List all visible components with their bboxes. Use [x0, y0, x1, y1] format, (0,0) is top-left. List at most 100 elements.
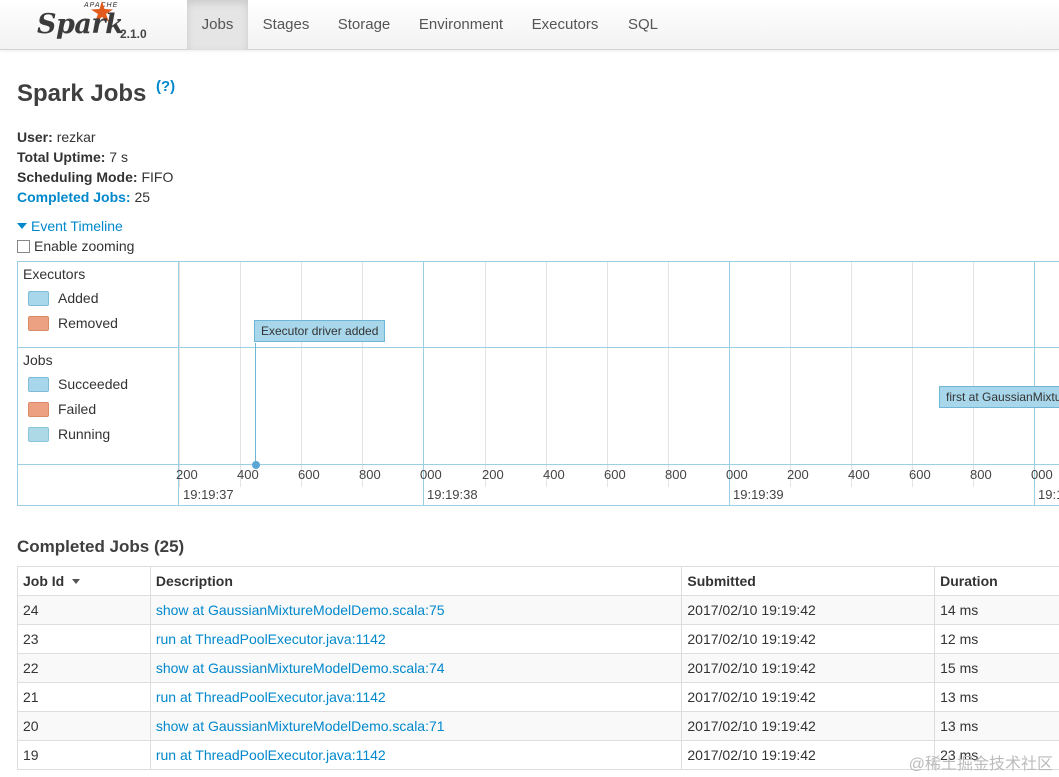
job-description-link[interactable]: run at ThreadPoolExecutor.java:1142 — [156, 689, 386, 705]
completed-jobs-link[interactable]: Completed Jobs: — [17, 189, 131, 205]
submitted-cell: 2017/02/10 19:19:42 — [681, 624, 936, 654]
submitted-cell: 2017/02/10 19:19:42 — [681, 682, 936, 712]
uptime-label: Total Uptime: — [17, 149, 106, 165]
completed-jobs-count: 25 — [134, 189, 151, 205]
duration-cell: 12 ms — [934, 624, 1059, 654]
timeline-gridline — [607, 262, 608, 487]
description-cell: run at ThreadPoolExecutor.java:1142 — [149, 740, 683, 770]
tab-stages[interactable]: Stages — [251, 0, 321, 50]
timeline-gridline — [790, 262, 791, 487]
legend-added-label: Added — [58, 290, 99, 306]
tab-executors[interactable]: Executors — [522, 0, 608, 50]
executor-event-stem — [255, 343, 256, 464]
table-row: 24 show at GaussianMixtureModelDemo.scala… — [17, 595, 1059, 625]
legend-removed-label: Removed — [58, 315, 118, 331]
job-description-link[interactable]: run at ThreadPoolExecutor.java:1142 — [156, 631, 386, 647]
col-duration[interactable]: Duration — [934, 566, 1059, 596]
job-event[interactable]: first at GaussianMixtu — [939, 386, 1059, 408]
legend-swatch — [28, 291, 49, 306]
job-id-cell: 23 — [17, 624, 151, 654]
col-job-id[interactable]: Job Id — [17, 566, 151, 596]
tab-environment[interactable]: Environment — [410, 0, 512, 50]
help-link[interactable]: (?) — [156, 78, 175, 95]
legend-succeeded: Succeeded — [28, 376, 128, 392]
scheduling-mode-value: FIFO — [141, 169, 174, 185]
legend-failed-label: Failed — [58, 401, 97, 417]
user-value: rezkar — [56, 129, 96, 145]
legend-swatch — [28, 402, 49, 417]
axis-time-label: 19:19:37 — [183, 487, 234, 502]
duration-cell: 14 ms — [934, 595, 1059, 625]
legend-running-label: Running — [58, 426, 111, 442]
table-row: 20 show at GaussianMixtureModelDemo.scala… — [17, 711, 1059, 741]
axis-tick-label: 000 — [726, 467, 748, 482]
duration-cell: 15 ms — [934, 653, 1059, 683]
axis-tick-label: 400 — [543, 467, 565, 482]
axis-tick-label: 200 — [176, 467, 198, 482]
tab-jobs[interactable]: Jobs — [187, 0, 248, 50]
job-id-cell: 22 — [17, 653, 151, 683]
axis-time-label: 19:19:39 — [733, 487, 784, 502]
submitted-cell: 2017/02/10 19:19:42 — [681, 653, 936, 683]
tab-sql[interactable]: SQL — [618, 0, 668, 50]
user-label: User: — [17, 129, 53, 145]
axis-tick-label: 000 — [1031, 467, 1053, 482]
description-cell: run at ThreadPoolExecutor.java:1142 — [149, 682, 683, 712]
description-cell: show at GaussianMixtureModelDemo.scala:7… — [149, 595, 683, 625]
timeline-gridline — [179, 262, 180, 487]
legend-running: Running — [28, 426, 110, 442]
timeline-axis-divider — [18, 464, 1059, 465]
enable-zooming-checkbox[interactable] — [17, 240, 30, 253]
completed-jobs-table: Job Id Description Submitted Duration 24… — [17, 566, 1059, 770]
scheduling-mode-label: Scheduling Mode: — [17, 169, 138, 185]
timeline-gridline — [362, 262, 363, 487]
duration-cell: 13 ms — [934, 711, 1059, 741]
sort-desc-icon — [72, 579, 81, 584]
watermark: @稀土掘金技术社区 — [908, 756, 1053, 773]
event-timeline-toggle[interactable]: Event Timeline — [17, 218, 123, 234]
timeline-gridline — [851, 262, 852, 487]
submitted-cell: 2017/02/10 19:19:42 — [681, 711, 936, 741]
axis-time-label: 19:19 — [1038, 487, 1059, 502]
executor-added-event[interactable]: Executor driver added — [254, 320, 386, 342]
legend-succeeded-label: Succeeded — [58, 376, 129, 392]
job-description-link[interactable]: run at ThreadPoolExecutor.java:1142 — [156, 747, 386, 763]
job-id-cell: 19 — [17, 740, 151, 770]
job-description-link[interactable]: show at GaussianMixtureModelDemo.scala:7… — [156, 660, 445, 676]
table-header-row: Job Id Description Submitted Duration — [17, 566, 1059, 596]
submitted-cell: 2017/02/10 19:19:42 — [681, 595, 936, 625]
axis-tick-label: 800 — [359, 467, 381, 482]
axis-tick-label: 600 — [604, 467, 626, 482]
job-id-cell: 20 — [17, 711, 151, 741]
legend-swatch — [28, 377, 49, 392]
completed-jobs-title: Completed Jobs (25) — [17, 537, 185, 556]
tab-storage[interactable]: Storage — [329, 0, 399, 50]
job-description-link[interactable]: show at GaussianMixtureModelDemo.scala:7… — [156, 718, 445, 734]
timeline-gridline — [301, 262, 302, 487]
timeline-gridline — [668, 262, 669, 487]
axis-time-label: 19:19:38 — [427, 487, 478, 502]
enable-zooming-row[interactable]: Enable zooming — [17, 238, 134, 254]
axis-tick-label: 600 — [909, 467, 931, 482]
timeline-row-divider — [18, 347, 1059, 348]
spark-version: 2.1.0 — [120, 27, 147, 41]
col-submitted[interactable]: Submitted — [681, 566, 936, 596]
spark-logo[interactable]: APACHE Spark 2.1.0 — [36, 1, 186, 48]
uptime-value: 7 s — [109, 149, 128, 165]
job-description-link[interactable]: show at GaussianMixtureModelDemo.scala:7… — [156, 602, 445, 618]
timeline-gridline — [485, 262, 486, 487]
axis-tick-label: 400 — [237, 467, 259, 482]
page-title: Spark Jobs — [17, 80, 147, 107]
axis-tick-label: 400 — [848, 467, 870, 482]
col-description[interactable]: Description — [149, 566, 683, 596]
event-timeline[interactable]: Executors Added Removed Jobs Succeeded F… — [17, 261, 1059, 506]
submitted-cell: 2017/02/10 19:19:42 — [681, 740, 936, 770]
legend-removed: Removed — [28, 315, 118, 331]
job-id-cell: 24 — [17, 595, 151, 625]
legend-failed: Failed — [28, 401, 96, 417]
timeline-gridline — [546, 262, 547, 487]
table-row: 22 show at GaussianMixtureModelDemo.scala… — [17, 653, 1059, 683]
axis-tick-label: 600 — [298, 467, 320, 482]
duration-cell: 13 ms — [934, 682, 1059, 712]
table-row: 23 run at ThreadPoolExecutor.java:1142 201… — [17, 624, 1059, 654]
